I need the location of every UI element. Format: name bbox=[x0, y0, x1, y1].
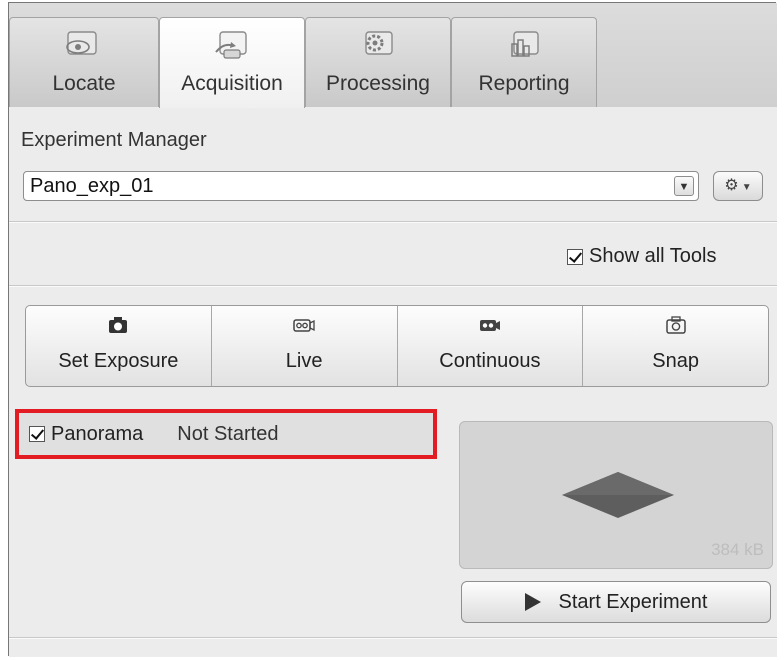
experiment-select-value: Pano_exp_01 bbox=[30, 175, 154, 197]
panorama-status: Not Started bbox=[177, 422, 279, 445]
live-label: Live bbox=[285, 350, 323, 372]
snap-camera-icon bbox=[665, 316, 686, 334]
tab-strip: Locate Acquisition Processing Reporting bbox=[9, 3, 777, 108]
divider bbox=[9, 221, 777, 223]
acquisition-panel-window: Locate Acquisition Processing Reporting … bbox=[8, 2, 777, 657]
tab-acquisition-label: Acquisition bbox=[181, 72, 283, 95]
continuous-camera-icon bbox=[479, 320, 500, 331]
divider bbox=[9, 637, 777, 639]
experiment-select[interactable]: Pano_exp_01 ▼ bbox=[23, 171, 699, 201]
continuous-label: Continuous bbox=[439, 350, 541, 372]
set-exposure-label: Set Exposure bbox=[58, 350, 179, 372]
show-all-tools-label: Show all Tools bbox=[589, 245, 717, 267]
tab-processing-label: Processing bbox=[326, 72, 430, 95]
tab-locate[interactable]: Locate bbox=[9, 17, 159, 107]
tab-locate-label: Locate bbox=[52, 72, 116, 95]
tab-reporting-label: Reporting bbox=[478, 72, 570, 95]
live-camera-icon bbox=[293, 319, 315, 332]
checkbox-checked-icon[interactable] bbox=[567, 248, 583, 265]
reporting-chart-icon bbox=[511, 31, 539, 57]
experiment-manager-title: Experiment Manager bbox=[21, 129, 207, 151]
experiment-options-button[interactable]: ⚙ ▼ bbox=[713, 171, 763, 201]
set-exposure-button[interactable]: Set Exposure bbox=[26, 306, 212, 386]
start-experiment-label: Start Experiment bbox=[558, 590, 708, 613]
checkbox-checked-icon[interactable] bbox=[29, 426, 45, 442]
chevron-down-icon[interactable]: ▼ bbox=[674, 176, 694, 196]
tab-acquisition[interactable]: Acquisition bbox=[159, 17, 305, 108]
locate-eye-icon bbox=[66, 31, 97, 55]
continuous-button[interactable]: Continuous bbox=[398, 306, 584, 386]
tab-reporting[interactable]: Reporting bbox=[451, 17, 597, 107]
divider bbox=[9, 285, 777, 287]
panorama-row[interactable]: Panorama Not Started bbox=[15, 409, 437, 459]
tile-grid-preview-icon bbox=[562, 472, 674, 518]
preview-size-label: 384 kB bbox=[711, 540, 764, 559]
processing-gear-icon bbox=[365, 31, 393, 55]
play-icon bbox=[524, 593, 541, 611]
chevron-down-icon: ▼ bbox=[741, 182, 752, 193]
live-button[interactable]: Live bbox=[212, 306, 398, 386]
acquisition-button-group: Set Exposure Live Continuous Snap bbox=[25, 305, 769, 387]
tab-processing[interactable]: Processing bbox=[305, 17, 451, 107]
experiment-preview: 384 kB bbox=[459, 421, 773, 569]
camera-icon bbox=[109, 317, 128, 333]
panorama-label: Panorama bbox=[51, 422, 144, 445]
gear-icon: ⚙ bbox=[724, 177, 739, 194]
show-all-tools-checkbox[interactable]: Show all Tools bbox=[567, 245, 716, 268]
snap-label: Snap bbox=[652, 350, 699, 372]
snap-button[interactable]: Snap bbox=[583, 306, 768, 386]
acquisition-tab-content: Experiment Manager Pano_exp_01 ▼ ⚙ ▼ Show… bbox=[9, 107, 777, 657]
acquisition-camera-icon bbox=[215, 31, 247, 59]
start-experiment-button[interactable]: Start Experiment bbox=[461, 581, 771, 623]
